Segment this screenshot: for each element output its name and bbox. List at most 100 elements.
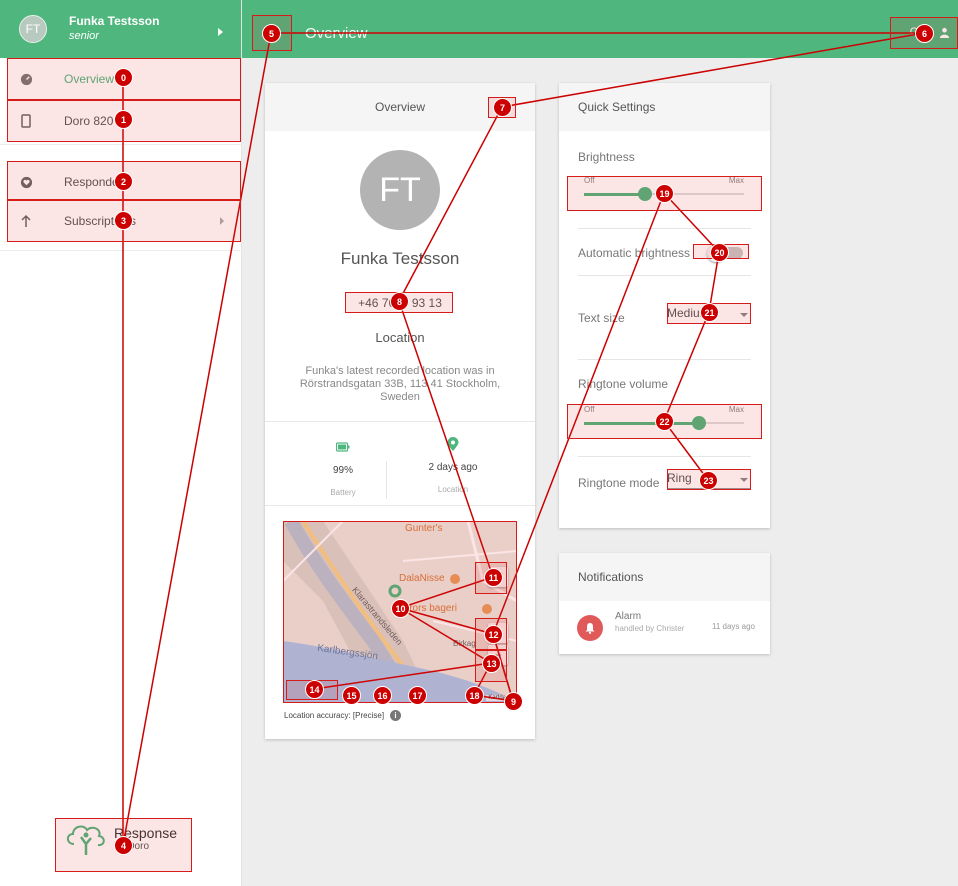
notifications-card: Notifications Alarm handled by Christer …: [559, 553, 770, 654]
battery-icon: [335, 442, 350, 452]
arrow-up-icon: [20, 214, 50, 228]
person-icon: [939, 27, 950, 38]
chevron-down-icon: [740, 478, 748, 482]
ringtone-volume-label: Ringtone volume: [578, 377, 669, 391]
slider-fill: [584, 193, 645, 196]
notification-subtitle: handled by Christer: [615, 624, 685, 633]
sidebar-item-device[interactable]: Doro 820: [0, 100, 242, 142]
more-options-icon[interactable]: [499, 99, 513, 113]
response-logo: Response by Doro: [64, 822, 177, 856]
divider: [265, 421, 535, 422]
dashboard-icon: [20, 73, 50, 86]
account-button[interactable]: Ch...: [902, 15, 958, 49]
text-size-select[interactable]: Medium: [667, 304, 750, 324]
location-value: 2 days ago: [428, 462, 478, 473]
phone-icon: [20, 114, 50, 128]
ringtone-mode-label: Ringtone mode: [578, 476, 660, 490]
map-label: Ebrors bageri: [397, 603, 458, 614]
divider: [0, 250, 242, 251]
chevron-down-icon: [740, 313, 748, 317]
slider-thumb[interactable]: [692, 416, 707, 430]
user-info: Funka Testsson senior: [69, 14, 159, 44]
info-icon[interactable]: i: [390, 710, 402, 721]
battery-value: 99%: [332, 465, 353, 476]
sidebar-item-label: Overview: [64, 72, 115, 86]
menu-icon: [265, 32, 279, 34]
location-text: Funka's latest recorded location was in …: [299, 365, 501, 403]
card-title: Overview: [374, 100, 425, 114]
brightness-slider[interactable]: Off Max: [584, 176, 744, 206]
card-header: Overview: [265, 83, 535, 131]
divider: [386, 461, 387, 499]
slider-thumb[interactable]: [637, 187, 652, 201]
phone-number[interactable]: +46 76 ... 93 13: [347, 296, 453, 310]
card-title: Notifications: [578, 570, 644, 584]
auto-brightness-label: Automatic brightness: [578, 246, 691, 260]
slider-fill: [584, 422, 700, 425]
menu-icon: [265, 37, 279, 39]
ringtone-volume-slider[interactable]: Off Max: [584, 405, 744, 435]
chevron-right-icon: [220, 217, 224, 225]
sidebar-user-header[interactable]: FT Funka Testsson senior: [0, 0, 241, 58]
slider-max-label: Max: [728, 405, 744, 414]
bell-icon: [577, 615, 603, 641]
overview-card: Overview FT Funka Testsson +46 76 ... 93…: [265, 83, 535, 739]
location-accuracy-label: Location accuracy: [Precise]: [284, 711, 385, 720]
map-label: Gunter's: [405, 523, 443, 534]
user-name: Funka Testsson: [69, 14, 160, 28]
senior-name: Funka Testsson: [340, 249, 460, 268]
slider-min-label: Off: [584, 405, 595, 414]
menu-button[interactable]: [252, 15, 292, 51]
map-label: DalaNisse: [399, 573, 445, 584]
sidebar-item-label: Responders: [64, 175, 129, 189]
brightness-label: Brightness: [578, 150, 635, 164]
location-caption: Location: [437, 485, 469, 494]
zoom-out-icon[interactable]: −: [488, 645, 508, 665]
battery-stat: 99% Battery: [283, 439, 403, 497]
fullscreen-icon[interactable]: ⛶: [488, 567, 508, 587]
select-value: Ring: [667, 471, 692, 485]
divider: [578, 228, 751, 229]
map-label: Birkag: [453, 639, 476, 648]
location-title: Location: [375, 330, 425, 345]
heart-icon: [20, 176, 50, 189]
account-label: Ch...: [909, 26, 933, 38]
notification-title: Alarm: [615, 611, 642, 622]
toggle-knob: [707, 244, 725, 262]
text-size-label: Text size: [578, 311, 625, 325]
map-attribution[interactable]: Kartdata: [486, 695, 513, 701]
location-accuracy: Location accuracy: [Precise] i: [284, 710, 402, 721]
battery-caption: Battery: [330, 488, 356, 497]
divider: [265, 505, 535, 506]
sidebar-item-responders[interactable]: Responders: [0, 161, 242, 203]
notification-time: 11 days ago: [712, 622, 755, 631]
select-value: Medium: [667, 306, 710, 320]
location-map[interactable]: Gunter's DalaNisse Ebrors bageri Karlber…: [283, 521, 517, 703]
divider: [578, 456, 751, 457]
location-stat: 2 days ago Location: [393, 437, 513, 494]
page-title: Overview: [305, 25, 368, 42]
zoom-in-icon[interactable]: +: [488, 623, 508, 643]
card-title: Quick Settings: [578, 100, 656, 114]
menu-icon: [265, 27, 279, 29]
tree-logo-icon: [66, 825, 105, 855]
quick-settings-card: Quick Settings Brightness Off Max Automa…: [559, 83, 770, 528]
user-role: senior: [69, 30, 99, 42]
sidebar-item-label: Subscriptions: [64, 214, 137, 228]
divider: [578, 359, 751, 360]
avatar: FT: [360, 150, 440, 230]
slider-max-label: Max: [728, 176, 744, 185]
topbar: Overview Ch...: [242, 0, 958, 58]
sidebar-item-overview[interactable]: Overview: [0, 58, 242, 100]
logo-title: Response: [114, 825, 178, 841]
sidebar-item-subscriptions[interactable]: Subscriptions: [0, 200, 242, 242]
sidebar: FT Funka Testsson senior Overview Doro 8…: [0, 0, 242, 886]
card-header: Quick Settings: [559, 83, 770, 131]
logo-subtitle: by Doro: [114, 841, 150, 852]
slider-min-label: Off: [584, 176, 595, 185]
location-pin-icon: [447, 437, 459, 451]
caret-right-icon: [218, 28, 223, 36]
avatar: FT: [19, 15, 47, 43]
ringtone-mode-select[interactable]: Ring: [667, 469, 750, 489]
auto-brightness-toggle[interactable]: [707, 244, 743, 262]
